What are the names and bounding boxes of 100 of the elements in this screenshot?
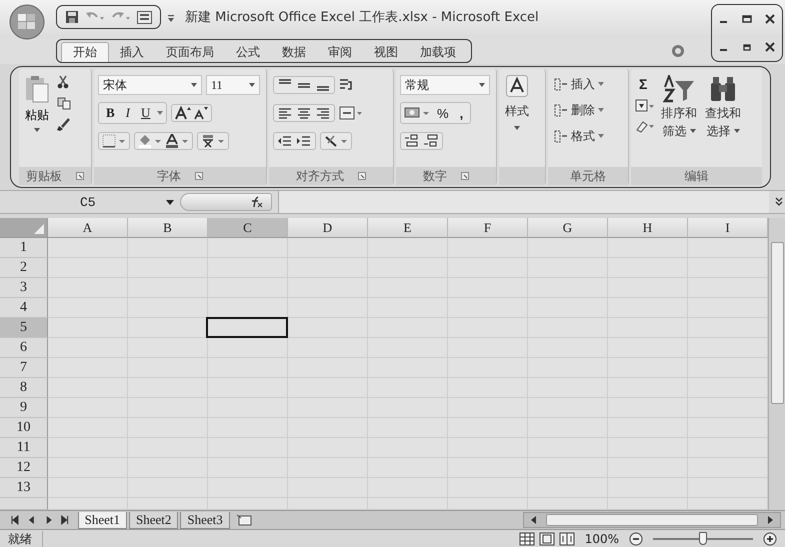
close-icon[interactable] xyxy=(765,14,776,24)
copy-icon[interactable] xyxy=(57,97,71,110)
formula-input-field[interactable] xyxy=(278,191,769,213)
sheet-tab[interactable]: Sheet2 xyxy=(129,512,178,528)
row-header[interactable]: 9 xyxy=(0,398,48,418)
grid-cell[interactable] xyxy=(128,318,208,338)
fill-color-icon[interactable] xyxy=(138,134,162,148)
grid-cell[interactable] xyxy=(608,238,688,258)
row-header[interactable]: 13 xyxy=(0,478,48,498)
scroll-left-icon[interactable] xyxy=(530,516,538,524)
align-right-icon[interactable] xyxy=(315,106,331,120)
grid-cell[interactable] xyxy=(48,238,128,258)
grid-cell[interactable] xyxy=(48,318,128,338)
grid-cell[interactable] xyxy=(288,238,368,258)
column-header[interactable]: I xyxy=(688,218,768,238)
sheet-tab[interactable]: Sheet3 xyxy=(180,512,230,528)
grid-cell[interactable] xyxy=(688,358,768,378)
grid-cell[interactable] xyxy=(528,498,608,510)
cut-icon[interactable] xyxy=(57,75,69,89)
dialog-launcher-icon[interactable] xyxy=(195,172,203,180)
cells-menu-button[interactable]: 插入 xyxy=(552,73,624,95)
grid-cell[interactable] xyxy=(48,438,128,458)
cells-menu-button[interactable]: 删除 xyxy=(552,99,624,121)
decrease-indent-icon[interactable] xyxy=(277,134,293,148)
row-header[interactable]: 6 xyxy=(0,338,48,358)
grow-font-icon[interactable] xyxy=(175,106,192,120)
grid-cell[interactable] xyxy=(48,478,128,498)
grid-cell[interactable] xyxy=(688,278,768,298)
zoom-level[interactable]: 100% xyxy=(584,532,619,546)
row-header[interactable]: 11 xyxy=(0,438,48,458)
grid-cell[interactable] xyxy=(528,238,608,258)
grid-cell[interactable] xyxy=(448,498,528,510)
italic-button[interactable]: I xyxy=(122,104,134,122)
insert-function-button[interactable] xyxy=(180,193,272,211)
grid-cell[interactable] xyxy=(368,498,448,510)
decrease-decimal-icon[interactable] xyxy=(423,134,439,148)
grid-cell[interactable] xyxy=(208,498,288,510)
zoom-in-icon[interactable] xyxy=(763,532,777,546)
grid-cell[interactable] xyxy=(48,498,128,510)
row-header[interactable]: 2 xyxy=(0,258,48,278)
dialog-launcher-icon[interactable] xyxy=(358,172,366,180)
select-all-corner[interactable] xyxy=(0,218,48,238)
restore-icon[interactable] xyxy=(742,42,752,52)
ribbon-tab[interactable]: 开始 xyxy=(61,42,109,62)
caret-icon[interactable] xyxy=(166,200,174,204)
font-color-icon[interactable] xyxy=(165,134,189,148)
ribbon-tab[interactable]: 视图 xyxy=(363,42,409,62)
ribbon-tab[interactable]: 数据 xyxy=(271,42,317,62)
underline-button[interactable]: U xyxy=(137,104,154,122)
font-name-field[interactable]: 宋体 xyxy=(98,75,202,95)
wrap-text-icon[interactable] xyxy=(339,78,353,92)
align-left-icon[interactable] xyxy=(277,106,293,120)
row-header[interactable]: 3 xyxy=(0,278,48,298)
column-header[interactable]: D xyxy=(288,218,368,238)
paste-button[interactable]: 粘贴 xyxy=(23,73,51,163)
grid-cell[interactable] xyxy=(128,498,208,510)
grid-cell[interactable] xyxy=(688,498,768,510)
vertical-scrollbar[interactable] xyxy=(768,218,785,510)
grid-cell[interactable] xyxy=(288,498,368,510)
bold-button[interactable]: B xyxy=(102,104,119,122)
grid-cell[interactable] xyxy=(688,258,768,278)
grid-cell[interactable] xyxy=(688,418,768,438)
align-center-icon[interactable] xyxy=(296,106,312,120)
grid-cell[interactable] xyxy=(688,478,768,498)
maximize-icon[interactable] xyxy=(742,14,752,24)
grid-cell[interactable] xyxy=(448,238,528,258)
grid-cell[interactable] xyxy=(48,278,128,298)
zoom-slider-thumb[interactable] xyxy=(699,532,707,545)
grid-cell[interactable] xyxy=(208,338,288,358)
grid-cell[interactable] xyxy=(128,238,208,258)
office-button[interactable] xyxy=(8,3,46,41)
column-header[interactable]: B xyxy=(128,218,208,238)
row-header[interactable]: 12 xyxy=(0,458,48,478)
borders-icon[interactable] xyxy=(102,134,126,148)
grid-cell[interactable] xyxy=(688,298,768,318)
name-box[interactable]: C5 xyxy=(10,194,160,210)
comma-button[interactable]: , xyxy=(456,104,468,122)
row-header[interactable]: 1 xyxy=(0,238,48,258)
grid-cell[interactable] xyxy=(48,418,128,438)
page-break-view-icon[interactable] xyxy=(558,532,575,546)
shrink-font-icon[interactable] xyxy=(194,106,208,120)
column-header[interactable]: E xyxy=(368,218,448,238)
increase-decimal-icon[interactable] xyxy=(404,134,420,148)
ribbon-tab[interactable]: 审阅 xyxy=(317,42,363,62)
zoom-out-icon[interactable] xyxy=(629,532,643,546)
grid-cell[interactable] xyxy=(688,398,768,418)
close-icon[interactable] xyxy=(765,42,776,52)
grid-cell[interactable] xyxy=(48,458,128,478)
customize-caret-icon[interactable] xyxy=(167,14,175,24)
row-header[interactable]: 4 xyxy=(0,298,48,318)
column-header[interactable]: H xyxy=(608,218,688,238)
grid-cell[interactable] xyxy=(608,498,688,510)
grid-cell[interactable] xyxy=(48,258,128,278)
help-icon[interactable] xyxy=(671,44,685,58)
grid-cell[interactable] xyxy=(48,398,128,418)
ribbon-tab[interactable]: 插入 xyxy=(109,42,155,62)
font-size-field[interactable]: 11 xyxy=(206,75,260,95)
ribbon-tab[interactable]: 公式 xyxy=(225,42,271,62)
form-icon[interactable] xyxy=(137,10,152,24)
column-header[interactable]: F xyxy=(448,218,528,238)
